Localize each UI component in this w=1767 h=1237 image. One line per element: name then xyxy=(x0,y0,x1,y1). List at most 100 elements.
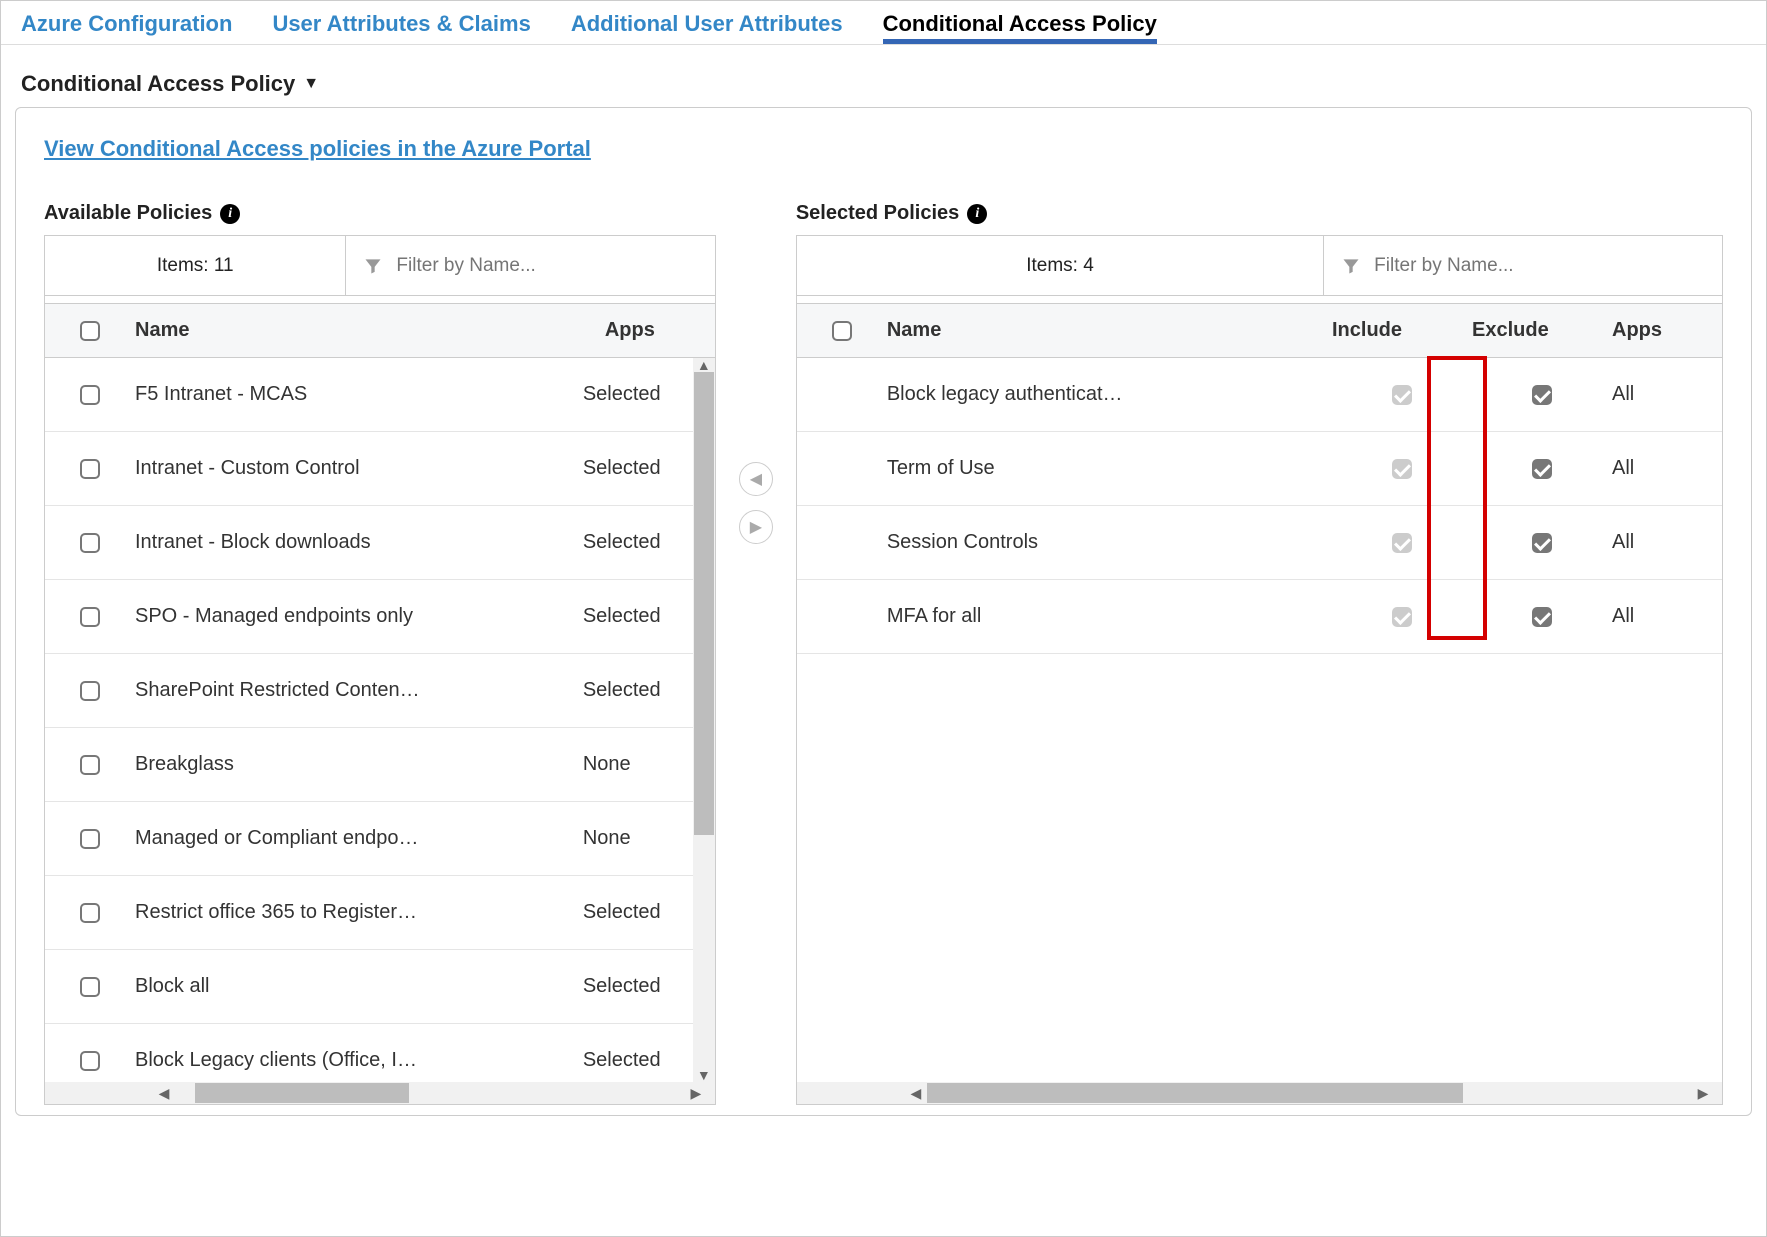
policy-name: Intranet - Custom Control xyxy=(135,457,583,480)
horizontal-scrollbar[interactable]: ◀ ▶ xyxy=(797,1082,1722,1104)
tab-conditional-access-policy[interactable]: Conditional Access Policy xyxy=(883,11,1157,44)
scroll-right-icon[interactable]: ▶ xyxy=(687,1082,705,1104)
exclude-checkbox[interactable] xyxy=(1532,459,1552,479)
tab-user-attributes-claims[interactable]: User Attributes & Claims xyxy=(272,11,530,44)
col-header-include[interactable]: Include xyxy=(1332,319,1472,342)
scroll-right-icon[interactable]: ▶ xyxy=(1694,1082,1712,1104)
apps-value: Selected xyxy=(583,457,693,480)
scroll-left-icon[interactable]: ◀ xyxy=(907,1082,925,1104)
available-title: Available Policies xyxy=(44,202,212,225)
apps-value: None xyxy=(583,753,693,776)
policy-name: Session Controls xyxy=(887,531,1332,554)
policy-name: Restrict office 365 to Register… xyxy=(135,901,583,924)
row-checkbox[interactable] xyxy=(80,755,100,775)
row-checkbox[interactable] xyxy=(80,903,100,923)
table-row[interactable]: F5 Intranet - MCASSelected xyxy=(45,358,693,432)
table-row[interactable]: Block Legacy clients (Office, I…Selected xyxy=(45,1024,693,1082)
policy-name: Breakglass xyxy=(135,753,583,776)
policy-name: Managed or Compliant endpo… xyxy=(135,827,583,850)
apps-value: None xyxy=(583,827,693,850)
exclude-checkbox[interactable] xyxy=(1532,385,1552,405)
table-row[interactable]: Block allSelected xyxy=(45,950,693,1024)
available-filter-input[interactable] xyxy=(396,255,698,277)
table-row[interactable]: Session ControlsAll xyxy=(797,506,1722,580)
policy-name: SharePoint Restricted Conten… xyxy=(135,679,583,702)
apps-value: Selected xyxy=(583,605,693,628)
table-row[interactable]: SPO - Managed endpoints onlySelected xyxy=(45,580,693,654)
scroll-left-icon[interactable]: ◀ xyxy=(155,1082,173,1104)
info-icon[interactable]: i xyxy=(220,204,240,224)
include-checkbox xyxy=(1392,607,1412,627)
include-checkbox xyxy=(1392,533,1412,553)
transfer-buttons: ◀ ▶ xyxy=(736,202,776,544)
tab-additional-user-attributes[interactable]: Additional User Attributes xyxy=(571,11,843,44)
scroll-up-icon[interactable]: ▲ xyxy=(693,358,715,372)
exclude-checkbox[interactable] xyxy=(1532,607,1552,627)
apps-value: Selected xyxy=(583,1049,693,1072)
available-items-count: Items: 11 xyxy=(45,236,346,295)
selected-select-all-checkbox[interactable] xyxy=(832,321,852,341)
table-row[interactable]: Restrict office 365 to Register…Selected xyxy=(45,876,693,950)
col-header-apps[interactable]: Apps xyxy=(605,319,715,342)
apps-value: All xyxy=(1612,605,1722,628)
table-row[interactable]: BreakglassNone xyxy=(45,728,693,802)
apps-value: Selected xyxy=(583,679,693,702)
table-row[interactable]: Managed or Compliant endpo…None xyxy=(45,802,693,876)
col-header-apps[interactable]: Apps xyxy=(1612,319,1722,342)
col-header-name[interactable]: Name xyxy=(135,319,605,342)
info-icon[interactable]: i xyxy=(967,204,987,224)
table-row[interactable]: Intranet - Block downloadsSelected xyxy=(45,506,693,580)
move-left-button[interactable]: ◀ xyxy=(739,462,773,496)
apps-value: All xyxy=(1612,383,1722,406)
selected-title: Selected Policies xyxy=(796,202,959,225)
filter-icon xyxy=(1340,256,1362,276)
horizontal-scrollbar[interactable]: ◀ ▶ xyxy=(45,1082,715,1104)
include-checkbox xyxy=(1392,385,1412,405)
apps-value: All xyxy=(1612,457,1722,480)
row-checkbox[interactable] xyxy=(80,681,100,701)
scroll-down-icon[interactable]: ▼ xyxy=(693,1068,715,1082)
table-row[interactable]: Block legacy authenticat… All xyxy=(797,358,1722,432)
tab-bar: Azure Configuration User Attributes & Cl… xyxy=(1,1,1766,45)
view-policies-link[interactable]: View Conditional Access policies in the … xyxy=(44,136,591,161)
policy-name: Intranet - Block downloads xyxy=(135,531,583,554)
row-checkbox[interactable] xyxy=(80,977,100,997)
row-checkbox[interactable] xyxy=(80,385,100,405)
row-checkbox[interactable] xyxy=(80,607,100,627)
table-row[interactable]: SharePoint Restricted Conten…Selected xyxy=(45,654,693,728)
row-checkbox[interactable] xyxy=(80,829,100,849)
table-row[interactable]: Term of Use All xyxy=(797,432,1722,506)
policy-name: Block all xyxy=(135,975,583,998)
policy-name: Block Legacy clients (Office, I… xyxy=(135,1049,583,1072)
row-checkbox[interactable] xyxy=(80,1051,100,1071)
section-header[interactable]: Conditional Access Policy ▼ xyxy=(1,45,1766,107)
scrollbar-thumb[interactable] xyxy=(195,1083,409,1103)
scrollbar-thumb[interactable] xyxy=(927,1083,1464,1103)
col-header-exclude[interactable]: Exclude xyxy=(1472,319,1612,342)
caret-down-icon: ▼ xyxy=(303,75,319,93)
row-checkbox[interactable] xyxy=(80,533,100,553)
table-row[interactable]: Intranet - Custom ControlSelected xyxy=(45,432,693,506)
selected-filter-input[interactable] xyxy=(1374,255,1706,277)
tab-azure-configuration[interactable]: Azure Configuration xyxy=(21,11,232,44)
apps-value: Selected xyxy=(583,531,693,554)
policy-name: F5 Intranet - MCAS xyxy=(135,383,583,406)
row-checkbox[interactable] xyxy=(80,459,100,479)
filter-icon xyxy=(362,256,384,276)
policy-name: Term of Use xyxy=(887,457,1332,480)
policy-name: Block legacy authenticat… xyxy=(887,383,1332,406)
exclude-checkbox[interactable] xyxy=(1532,533,1552,553)
table-row[interactable]: MFA for all All xyxy=(797,580,1722,654)
move-right-button[interactable]: ▶ xyxy=(739,510,773,544)
policy-name: MFA for all xyxy=(887,605,1332,628)
vertical-scrollbar[interactable]: ▲ ▼ xyxy=(693,358,715,1082)
policy-panel: View Conditional Access policies in the … xyxy=(15,107,1752,1116)
selected-items-count: Items: 4 xyxy=(797,236,1324,295)
available-select-all-checkbox[interactable] xyxy=(80,321,100,341)
selected-policies-column: Selected Policies i Items: 4 Name xyxy=(796,202,1723,1105)
available-policies-column: Available Policies i Items: 11 Name xyxy=(44,202,716,1105)
col-header-name[interactable]: Name xyxy=(887,319,1332,342)
scrollbar-thumb[interactable] xyxy=(694,372,714,835)
apps-value: Selected xyxy=(583,975,693,998)
apps-value: Selected xyxy=(583,901,693,924)
